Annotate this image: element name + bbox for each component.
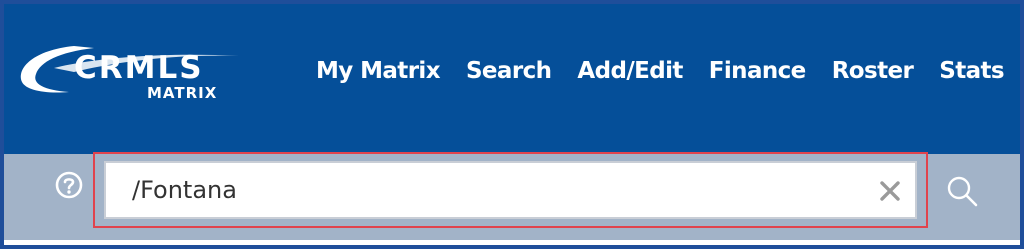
logo-wordmark: CRMLS	[74, 50, 204, 86]
search-highlight-box	[93, 152, 928, 228]
search-bar	[4, 152, 1020, 240]
crmls-matrix-logo[interactable]: CRMLS MATRIX	[14, 38, 254, 108]
nav-item-my-matrix[interactable]: My Matrix	[303, 58, 453, 84]
content-area	[4, 240, 1020, 245]
nav-item-add-edit[interactable]: Add/Edit	[564, 58, 695, 84]
nav-item-search[interactable]: Search	[453, 58, 564, 84]
nav-item-finance[interactable]: Finance	[696, 58, 819, 84]
logo-graphic: CRMLS MATRIX	[20, 46, 239, 102]
app-frame: CRMLS MATRIX My Matrix Search Add/Edit F…	[0, 0, 1024, 249]
logo-subtitle: MATRIX	[147, 84, 217, 102]
search-icon[interactable]	[944, 173, 980, 209]
main-nav: My Matrix Search Add/Edit Finance Roster…	[304, 58, 1020, 84]
top-navigation-bar: CRMLS MATRIX My Matrix Search Add/Edit F…	[4, 4, 1020, 154]
nav-item-stats[interactable]: Stats	[926, 58, 1020, 84]
nav-item-roster[interactable]: Roster	[819, 58, 927, 84]
help-icon[interactable]	[55, 171, 83, 199]
